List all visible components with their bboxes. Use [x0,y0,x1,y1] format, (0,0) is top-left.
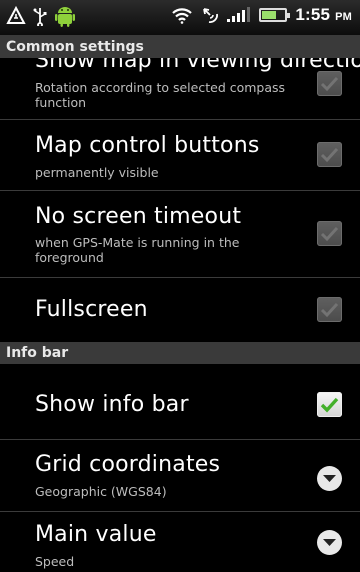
section-header-info-bar: Info bar [0,342,360,364]
setting-title: Show map in viewing direction [35,58,360,73]
checkmark-icon [320,76,339,92]
setting-title: Main value [35,522,157,547]
checkbox[interactable] [317,71,342,96]
setting-row-fullscreen[interactable]: Fullscreen [0,278,360,342]
checkmark-icon [320,397,339,413]
wifi-icon [172,8,193,24]
setting-title: Grid coordinates [35,452,221,477]
status-bar: 1:55 PM [0,0,360,36]
setting-title: No screen timeout [35,204,242,229]
setting-title: Show info bar [35,392,189,417]
checkbox[interactable] [317,297,342,322]
checkmark-icon [320,226,339,242]
checkbox[interactable] [317,142,342,167]
system-icons: 1:55 PM [171,5,352,25]
section-header-common-settings: Common settings [0,36,360,58]
chevron-down-icon [323,475,336,482]
checkmark-icon [320,147,339,163]
clock: 1:55 PM [295,5,352,24]
setting-row-show-info-bar[interactable]: Show info bar [0,364,360,440]
setting-subtitle: permanently visible [35,165,159,180]
battery-icon [259,8,291,22]
setting-row-map-control-buttons[interactable]: Map control buttons permanently visible [0,120,360,191]
usb-icon [33,8,47,26]
notification-icons [6,4,76,28]
checkmark-icon [320,302,339,318]
chevron-down-icon [323,539,336,546]
setting-subtitle: Rotation according to selected compass f… [35,80,286,110]
setting-subtitle: Speed [35,554,75,569]
setting-row-show-map-direction[interactable]: Show map in viewing direction Rotation a… [0,58,360,120]
gps-icon [203,8,219,23]
checkbox[interactable] [317,221,342,246]
dropdown-button[interactable] [317,466,342,491]
dropdown-button[interactable] [317,530,342,555]
setting-subtitle: when GPS-Mate is running in the foregrou… [35,235,240,265]
checkbox-checked[interactable] [317,392,342,417]
usb-warning-icon [6,6,26,24]
setting-title: Fullscreen [35,297,148,322]
signal-icon [227,7,251,22]
android-icon [55,7,75,27]
setting-subtitle: Geographic (WGS84) [35,484,167,499]
setting-row-grid-coordinates[interactable]: Grid coordinates Geographic (WGS84) [0,440,360,512]
setting-row-main-value[interactable]: Main value Speed [0,512,360,572]
setting-row-no-screen-timeout[interactable]: No screen timeout when GPS-Mate is runni… [0,191,360,278]
setting-title: Map control buttons [35,133,260,158]
